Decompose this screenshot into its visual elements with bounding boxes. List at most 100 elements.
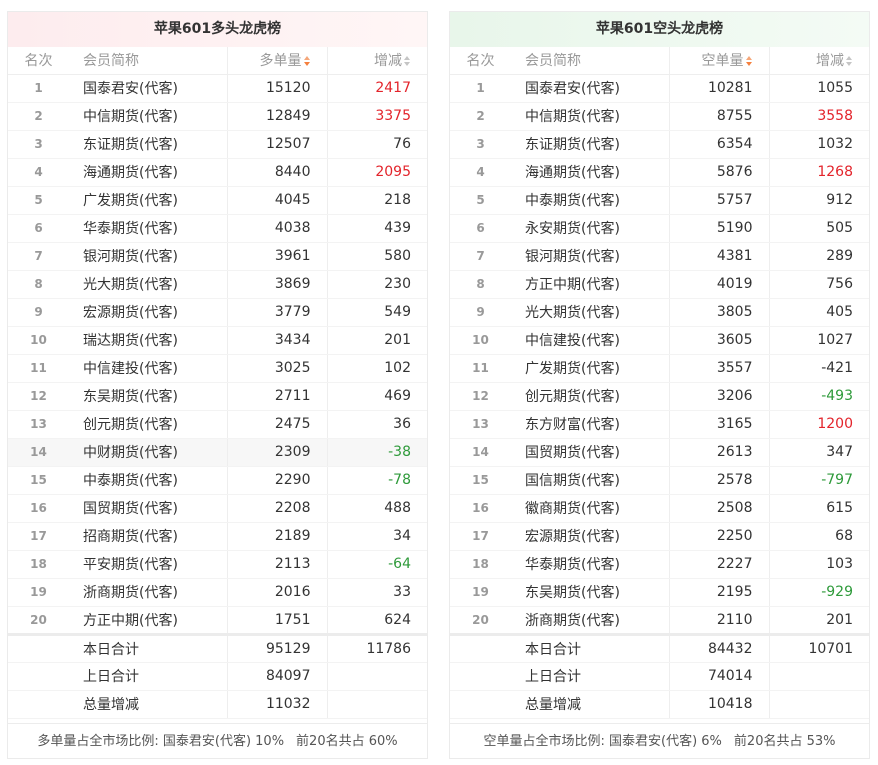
- member-name-header: 会员简称: [511, 47, 670, 75]
- table-row[interactable]: 8 方正中期(代客) 4019 756: [450, 270, 869, 299]
- short-volume-sort-header[interactable]: 空单量: [669, 47, 770, 75]
- short-change-sort-header[interactable]: 增减: [769, 47, 869, 75]
- volume-cell: 3805: [669, 298, 770, 327]
- summary-change: 11786: [327, 632, 427, 663]
- table-row[interactable]: 16 国贸期货(代客) 2208 488: [8, 494, 427, 523]
- table-row[interactable]: 10 瑞达期货(代客) 3434 201: [8, 326, 427, 355]
- member-name-cell: 国泰君安(代客): [511, 74, 670, 103]
- table-row[interactable]: 12 创元期货(代客) 3206 -493: [450, 382, 869, 411]
- rank-cell: 19: [450, 578, 511, 607]
- volume-cell: 2613: [669, 438, 770, 467]
- rank-cell: 7: [450, 242, 511, 271]
- long-volume-sort-header[interactable]: 多单量: [227, 47, 328, 75]
- long-ranking-panel: 苹果601多头龙虎榜 名次 会员简称 多单量 增减 1 国泰君安(代客) 15120…: [7, 11, 428, 759]
- summary-row: 本日合计 84432 10701: [450, 632, 869, 663]
- table-row[interactable]: 12 东吴期货(代客) 2711 469: [8, 382, 427, 411]
- volume-cell: 2016: [227, 578, 328, 607]
- volume-cell: 4045: [227, 186, 328, 215]
- table-row[interactable]: 2 中信期货(代客) 8755 3558: [450, 102, 869, 131]
- member-name-header: 会员简称: [69, 47, 228, 75]
- change-cell: 201: [327, 326, 427, 355]
- table-row[interactable]: 3 东证期货(代客) 6354 1032: [450, 130, 869, 159]
- long-top20-share: 前20名共占 60%: [296, 734, 398, 749]
- table-row[interactable]: 2 中信期货(代客) 12849 3375: [8, 102, 427, 131]
- table-row[interactable]: 6 华泰期货(代客) 4038 439: [8, 214, 427, 243]
- rank-cell: 3: [450, 130, 511, 159]
- volume-cell: 2250: [669, 522, 770, 551]
- table-row[interactable]: 11 广发期货(代客) 3557 -421: [450, 354, 869, 383]
- volume-cell: 2208: [227, 494, 328, 523]
- summary-blank-cell: [450, 662, 511, 691]
- long-change-sort-header[interactable]: 增减: [327, 47, 427, 75]
- table-row[interactable]: 16 徽商期货(代客) 2508 615: [450, 494, 869, 523]
- member-name-cell: 中泰期货(代客): [69, 466, 228, 495]
- table-row[interactable]: 17 宏源期货(代客) 2250 68: [450, 522, 869, 551]
- summary-label: 总量增减: [511, 690, 670, 719]
- table-row[interactable]: 18 平安期货(代客) 2113 -64: [8, 550, 427, 579]
- volume-cell: 3779: [227, 298, 328, 327]
- volume-cell: 3165: [669, 410, 770, 439]
- table-row[interactable]: 6 永安期货(代客) 5190 505: [450, 214, 869, 243]
- change-cell: -64: [327, 550, 427, 579]
- table-row[interactable]: 9 光大期货(代客) 3805 405: [450, 298, 869, 327]
- member-name-cell: 广发期货(代客): [69, 186, 228, 215]
- member-name-cell: 中信期货(代客): [511, 102, 670, 131]
- volume-cell: 3025: [227, 354, 328, 383]
- table-header-row: 名次 会员简称 空单量 增减: [450, 47, 869, 75]
- table-row[interactable]: 9 宏源期货(代客) 3779 549: [8, 298, 427, 327]
- table-row[interactable]: 19 浙商期货(代客) 2016 33: [8, 578, 427, 607]
- member-name-cell: 银河期货(代客): [69, 242, 228, 271]
- table-row[interactable]: 7 银河期货(代客) 3961 580: [8, 242, 427, 271]
- table-row[interactable]: 1 国泰君安(代客) 15120 2417: [8, 74, 427, 103]
- summary-label: 总量增减: [69, 690, 228, 719]
- table-row[interactable]: 18 华泰期货(代客) 2227 103: [450, 550, 869, 579]
- table-row[interactable]: 15 中泰期货(代客) 2290 -78: [8, 466, 427, 495]
- table-row[interactable]: 17 招商期货(代客) 2189 34: [8, 522, 427, 551]
- table-row[interactable]: 7 银河期货(代客) 4381 289: [450, 242, 869, 271]
- table-row[interactable]: 8 光大期货(代客) 3869 230: [8, 270, 427, 299]
- table-row[interactable]: 3 东证期货(代客) 12507 76: [8, 130, 427, 159]
- rank-header: 名次: [450, 47, 511, 75]
- table-row[interactable]: 13 东方财富(代客) 3165 1200: [450, 410, 869, 439]
- volume-cell: 2195: [669, 578, 770, 607]
- member-name-cell: 永安期货(代客): [511, 214, 670, 243]
- table-row[interactable]: 19 东吴期货(代客) 2195 -929: [450, 578, 869, 607]
- volume-cell: 12849: [227, 102, 328, 131]
- member-name-cell: 中信建投(代客): [69, 354, 228, 383]
- table-row[interactable]: 11 中信建投(代客) 3025 102: [8, 354, 427, 383]
- table-row[interactable]: 14 中财期货(代客) 2309 -38: [8, 438, 427, 467]
- table-row[interactable]: 5 广发期货(代客) 4045 218: [8, 186, 427, 215]
- volume-cell: 3206: [669, 382, 770, 411]
- short-market-ratio: 空单量占全市场比例: 国泰君安(代客) 6%: [483, 734, 722, 749]
- table-row[interactable]: 14 国贸期货(代客) 2613 347: [450, 438, 869, 467]
- summary-row: 上日合计 74014: [450, 662, 869, 691]
- table-row[interactable]: 4 海通期货(代客) 5876 1268: [450, 158, 869, 187]
- change-cell: -78: [327, 466, 427, 495]
- member-name-cell: 光大期货(代客): [69, 270, 228, 299]
- table-row[interactable]: 5 中泰期货(代客) 5757 912: [450, 186, 869, 215]
- long-market-ratio: 多单量占全市场比例: 国泰君安(代客) 10%: [37, 734, 285, 749]
- change-cell: 102: [327, 354, 427, 383]
- table-row[interactable]: 1 国泰君安(代客) 10281 1055: [450, 74, 869, 103]
- sort-arrows-icon: [846, 56, 853, 67]
- rank-cell: 18: [8, 550, 69, 579]
- table-row[interactable]: 20 浙商期货(代客) 2110 201: [450, 606, 869, 635]
- volume-cell: 6354: [669, 130, 770, 159]
- rank-cell: 17: [450, 522, 511, 551]
- table-row[interactable]: 20 方正中期(代客) 1751 624: [8, 606, 427, 635]
- volume-cell: 3557: [669, 354, 770, 383]
- member-name-cell: 东吴期货(代客): [511, 578, 670, 607]
- change-cell: -38: [327, 438, 427, 467]
- table-row[interactable]: 4 海通期货(代客) 8440 2095: [8, 158, 427, 187]
- volume-cell: 2508: [669, 494, 770, 523]
- member-name-cell: 华泰期货(代客): [69, 214, 228, 243]
- rank-cell: 9: [450, 298, 511, 327]
- member-name-cell: 创元期货(代客): [69, 410, 228, 439]
- table-row[interactable]: 13 创元期货(代客) 2475 36: [8, 410, 427, 439]
- volume-cell: 3434: [227, 326, 328, 355]
- volume-cell: 2113: [227, 550, 328, 579]
- table-row[interactable]: 15 国信期货(代客) 2578 -797: [450, 466, 869, 495]
- table-row[interactable]: 10 中信建投(代客) 3605 1027: [450, 326, 869, 355]
- short-ranking-table: 名次 会员简称 空单量 增减 1 国泰君安(代客) 10281 1055 2 中信期货(代…: [450, 47, 869, 719]
- volume-cell: 4038: [227, 214, 328, 243]
